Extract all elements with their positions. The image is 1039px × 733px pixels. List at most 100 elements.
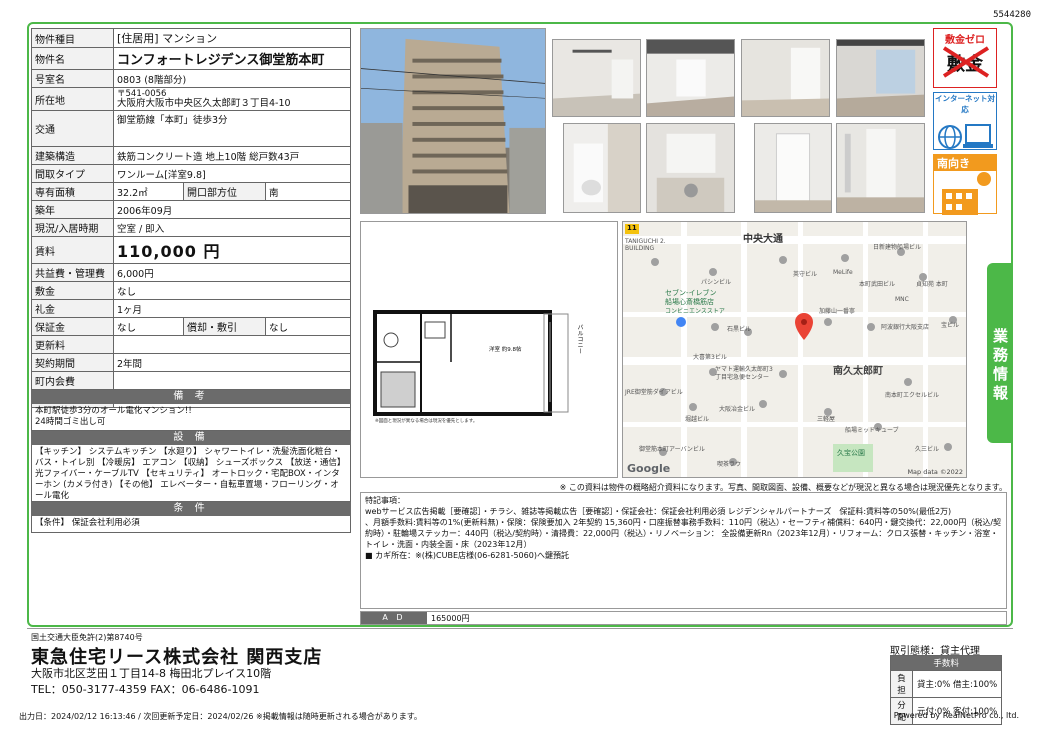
rent-label: 賃料 [31,236,114,264]
place-label-3: 英守ビル [793,271,818,278]
interior-photo-3[interactable] [741,39,830,117]
fee-label: 共益費・管理費 [31,263,114,282]
area-label: 専有面積 [31,182,114,201]
contract-label: 契約期間 [31,353,114,372]
ad-value: 165000円 [431,614,470,623]
status-label: 現況/入居時期 [31,218,114,237]
cross-icon [942,46,990,78]
place-label-4: MeLife [833,269,853,276]
property-id: 5544280 [993,10,1031,20]
laptop-icon [938,124,993,149]
property-name: コンフォートレジデンス御堂筋本町 [113,47,351,70]
ad-label: A D [361,612,427,624]
contract-value: 2年間 [113,353,351,372]
address-label: 所在地 [31,87,114,111]
place-label-5: 本町武田ビル [859,281,896,288]
room-value: 0803 (8階部分) [113,69,351,88]
place-label-20: 堀越ビル [685,416,710,423]
notes-line-2: 、月額手数料:賃料等の1%(更新料無)・保険：保険要加入 2年契約 15,360… [365,518,1002,549]
balcony-label: バルコニー [576,324,583,354]
company-phone: TEL：050-3177-4359 FAX：06-6486-1091 [31,683,260,696]
renewal-label: 更新料 [31,335,114,354]
place-label-15: 大喜第3ビル [693,354,727,361]
company-address: 大阪市北区芝田１丁目14-8 梅田北プレイス10階 [31,667,272,680]
deposit-zero-label: 敷金ゼロ [934,29,996,46]
place-label-1: 日新建物船場ビル [873,244,922,251]
place-label-25: 久宝公園 [837,449,865,457]
structure-label: 建築構造 [31,146,114,165]
interior-photo-1[interactable] [552,39,641,117]
place-label-12: 加藤山一番寧 [819,308,856,315]
sun-house-icon [942,172,991,215]
structure-value: 鉄筋コンクリート造 地上10階 総戸数43戸 [113,146,351,165]
place-label-2: パシンビル [701,279,732,286]
notes-line-1: webサービス広告掲載［要確認］・チラシ、雑誌等掲載広告［要確認］・保証会社：保… [365,507,952,516]
name-label: 物件名 [31,47,114,70]
interior-photo-8[interactable] [836,123,925,213]
room-size-label: 洋室 約9.8帖 [489,347,522,353]
transport-value: 御堂筋線「本町」徒歩3分 [113,110,351,147]
place-label-22: 三軽屋 [817,416,836,423]
business-info-tab[interactable]: 業務情報 [987,263,1013,443]
place-label-13: 阿波銀行大阪支店 [881,324,930,331]
output-info: 出力日：2024/02/12 16:13:46 / 次回更新予定日：2024/0… [19,712,422,721]
remarks-line-1: 本町駅徒歩3分のオール電化マンション!! [35,406,192,416]
renewal-value [113,335,351,354]
conditions-header: 条 件 [31,502,351,516]
place-label-14: 石黒ビル [727,326,752,333]
status-value: 空室 / 即入 [113,218,351,237]
key-money-value: 1ヶ月 [113,299,351,318]
direction-label: 開口部方位 [183,182,266,201]
place-label-26: 久三ビル [915,446,940,453]
burden-value: 貸主:0% 借主:100% [911,670,1003,698]
security-value: なし [113,317,184,336]
license-number: 国土交通大臣免許(2)第8740号 [31,633,143,642]
type-label: 物件種目 [31,28,114,48]
place-label-23: 船場ミッドキューブ [845,427,899,434]
room-label: 号室名 [31,69,114,88]
south-facing-badge: 南向き [933,154,997,215]
place-label-17: 丁目宅急便センター [715,374,770,381]
place-label-27: 喫茶ラウ [717,461,742,468]
place-label-0: TANIGUCHI 2. BUILDING [625,238,666,252]
rent-value: 110,000 円 [113,236,351,264]
type-value: [住居用] マンション [113,28,351,48]
internet-label: インターネット対応 [935,94,995,114]
interior-photo-5[interactable] [563,123,641,213]
road-badge: 11 [627,224,637,232]
bottom-bar: 出力日：2024/02/12 16:13:46 / 次回更新予定日：2024/0… [19,711,1019,722]
place-label-9: コンビニエンスストア [665,308,725,315]
address-value: 大阪府大阪市中央区久太郎町３丁目4-10 [117,98,291,109]
building-exterior-photo[interactable] [360,28,546,214]
security-label: 保証金 [31,317,114,336]
transport-label: 交通 [31,110,114,147]
interior-photo-6[interactable] [646,123,735,213]
google-logo: Google [627,462,671,475]
main-road-label: 中央大通 [743,234,783,245]
place-label-10: MNC [895,296,909,303]
built-label: 築年 [31,200,114,219]
floorplan-note: ※図面と現況が異なる場合は現況を優先とします。 [375,419,478,424]
remarks-line-2: 24時間ゴミ出し可 [35,417,106,427]
interior-photo-2[interactable] [646,39,735,117]
location-map[interactable]: 11 中央大通 南久太郎町 TANIGUCHI 2. BUILDING 日新建物… [622,221,967,478]
association-value [113,371,351,390]
map-attribution: Map data ©2022 [907,468,963,476]
built-value: 2006年09月 [113,200,351,219]
place-label-11: 宝ビル [941,322,960,329]
layout-label: 間取タイプ [31,164,114,183]
interior-photo-4[interactable] [836,39,925,117]
fee-header: 手数料 [889,655,1003,671]
floor-plan[interactable]: 洋室 約9.8帖 バルコニー ※図面と現況が異なる場合は現況を優先とします。 [360,221,618,478]
powered-by: Powered by RealNetPro co., ltd. [893,711,1019,720]
internet-badge: インターネット対応 [933,92,997,150]
fee-value: 6,000円 [113,263,351,282]
place-label-18: JRE御堂筋ダイアビル [625,389,683,396]
direction-value: 南 [265,182,351,201]
notes-title: 特記事項： [365,496,405,505]
interior-photo-7[interactable] [754,123,832,213]
place-label-21: 大阪冶金ビル [719,406,756,413]
remarks-body: 本町駅徒歩3分のオール電化マンション!! 24時間ゴミ出し可 [31,404,351,431]
amort-value: なし [265,317,351,336]
place-label-19: 南本町エクセルビル [885,392,940,399]
